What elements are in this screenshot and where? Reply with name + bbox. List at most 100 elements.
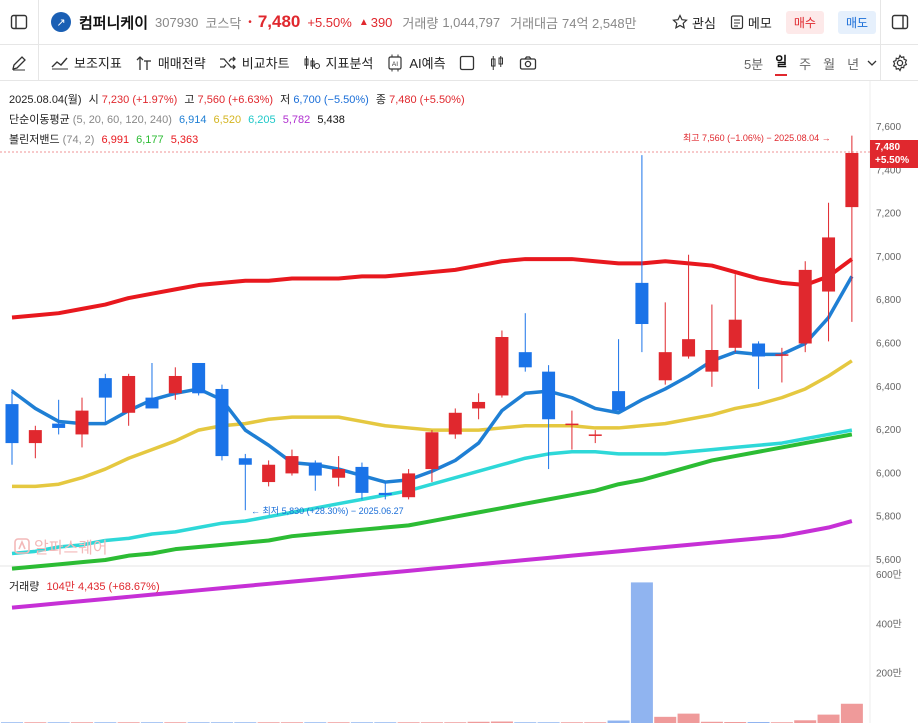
indicator-chart-icon [51,57,68,69]
high-annotation: 최고 7,560 (−1.06%) − 2025.08.04 → [683,133,831,143]
y-tick-label: 6,000 [876,468,901,479]
market-name: 코스닥 [205,15,242,31]
legend-date: 2025.08.04(월) [9,94,82,106]
alphasquare-watermark: 알파스퀘어 [14,534,108,558]
legend-close: 7,480 (+5.50%) [389,94,465,106]
y-tick-label: 6,200 [876,425,901,436]
chevron-down-icon[interactable] [867,59,877,67]
memo-button[interactable]: 메모 [730,13,772,32]
candle-body [518,352,532,368]
legend-open: 7,230 (+1.97%) [101,94,178,106]
stock-code: 307930 [155,14,199,30]
candle-body [98,378,112,398]
compare-chart-button[interactable]: 비교차트 [219,53,290,72]
candle-body [798,269,812,344]
amount-label: 거래대금 [510,15,558,31]
triangle-up-icon: ▲ [358,16,369,28]
chart-type-button[interactable] [489,55,505,71]
y-tick-label: 6,600 [876,339,901,350]
svg-text:AI: AI [392,61,398,68]
draw-tool-button[interactable] [0,45,38,81]
change-percent: +5.50% [307,14,352,30]
candle-analysis-icon [304,55,320,69]
candle-body [28,430,42,444]
stock-header: ↗ 컴퍼니케이 307930 코스닥 • 7,480 +5.50% ▲ 390 … [0,0,918,45]
ai-chip-icon: AI [388,54,402,71]
y-tick-label: 6,800 [876,295,901,306]
trading-strategy-button[interactable]: 매매전략 [135,53,206,72]
period-month[interactable]: 월 [823,54,835,73]
volume-bar [630,582,653,723]
candle-body [775,354,789,356]
candle-body [495,337,509,396]
price-chart[interactable]: 7,6007,4007,2007,0006,8006,6006,4006,200… [0,0,918,723]
candle-body [52,423,66,428]
y-tick-label: 7,600 [876,122,901,133]
bb-lower-value: 5,363 [170,134,199,146]
volume-bar [677,713,700,723]
y-tick-label: 5,600 [876,555,901,566]
candle-body [588,434,602,436]
candle-body [75,410,89,435]
ai-forecast-button[interactable]: AI AI예측 [386,53,446,72]
amount-value: 74억 2,548만 [562,15,637,31]
dot-separator: • [248,16,252,28]
company-logo-icon: ↗ [51,12,71,32]
candle-body [542,371,556,420]
alphasquare-logo-icon [14,538,30,554]
square-tool-button[interactable] [459,55,475,71]
gear-icon [892,54,908,72]
period-week[interactable]: 주 [799,54,811,73]
ma240-value: 5,438 [317,114,345,126]
period-5min[interactable]: 5분 [744,54,763,73]
period-day[interactable]: 일 [775,51,788,76]
volume-bar [654,716,677,723]
y-tick-label: 7,200 [876,209,901,220]
ma120-value: 5,782 [282,114,311,126]
volume-legend-value: 104만 4,435 (+68.67%) [46,581,160,593]
period-year[interactable]: 년 [847,54,859,73]
buy-button[interactable]: 매수 [785,10,824,34]
right-panel-toggle-button[interactable] [881,0,918,44]
candle-body [448,412,462,435]
legend-low: 6,700 (−5.50%) [293,94,369,106]
candle-body [705,349,719,372]
volume-tick-label: 400만 [876,618,902,630]
ohlc-legend: 2025.08.04(월) 시 7,230 (+1.97%) 고 7,560 (… [9,94,465,106]
candle-body [728,319,742,348]
company-name[interactable]: 컴퍼니케이 [79,12,148,33]
settings-button[interactable] [881,45,918,81]
candle-body [145,397,159,409]
ma60-value: 6,205 [248,114,276,126]
ma-legend[interactable]: 단순이동평균 (5, 20, 60, 120, 240) 6,914 6,520… [9,111,345,127]
indicator-analysis-button[interactable]: 지표분석 [303,53,373,72]
candle-body [635,282,649,325]
candle-body [192,362,206,394]
candle-body [612,391,626,411]
candle-body [658,352,672,381]
change-amount: 390 [370,14,393,30]
bb-legend[interactable]: 볼린저밴드 (74, 2) 6,991 6,177 5,363 [9,131,198,147]
candle-body [378,492,392,496]
candle-body [752,343,766,357]
ma60-line [11,428,853,556]
camera-icon [519,55,536,70]
volume-label: 거래량 [402,15,439,31]
candle-body [355,466,369,493]
candle-body [5,404,19,444]
volume-bar [817,714,840,723]
square-icon [459,55,474,70]
indicator-button[interactable]: 보조지표 [51,53,122,72]
sell-button[interactable]: 매도 [837,10,877,34]
current-price-tag: 7,480 +5.50% [870,140,918,168]
candle-body [332,469,346,478]
screenshot-button[interactable] [519,55,537,71]
ma20-line [12,359,853,489]
candle-body [308,462,322,476]
sidebar-toggle-button[interactable] [0,0,38,44]
volume-legend[interactable]: 거래량 104만 4,435 (+68.67%) [9,578,160,594]
candle-body [238,458,252,465]
low-annotation: ← 최저 5,830 (+28.30%) − 2025.06.27 [251,506,404,516]
interest-button[interactable]: 관심 [672,13,716,32]
y-tick-label: 5,800 [876,512,901,523]
